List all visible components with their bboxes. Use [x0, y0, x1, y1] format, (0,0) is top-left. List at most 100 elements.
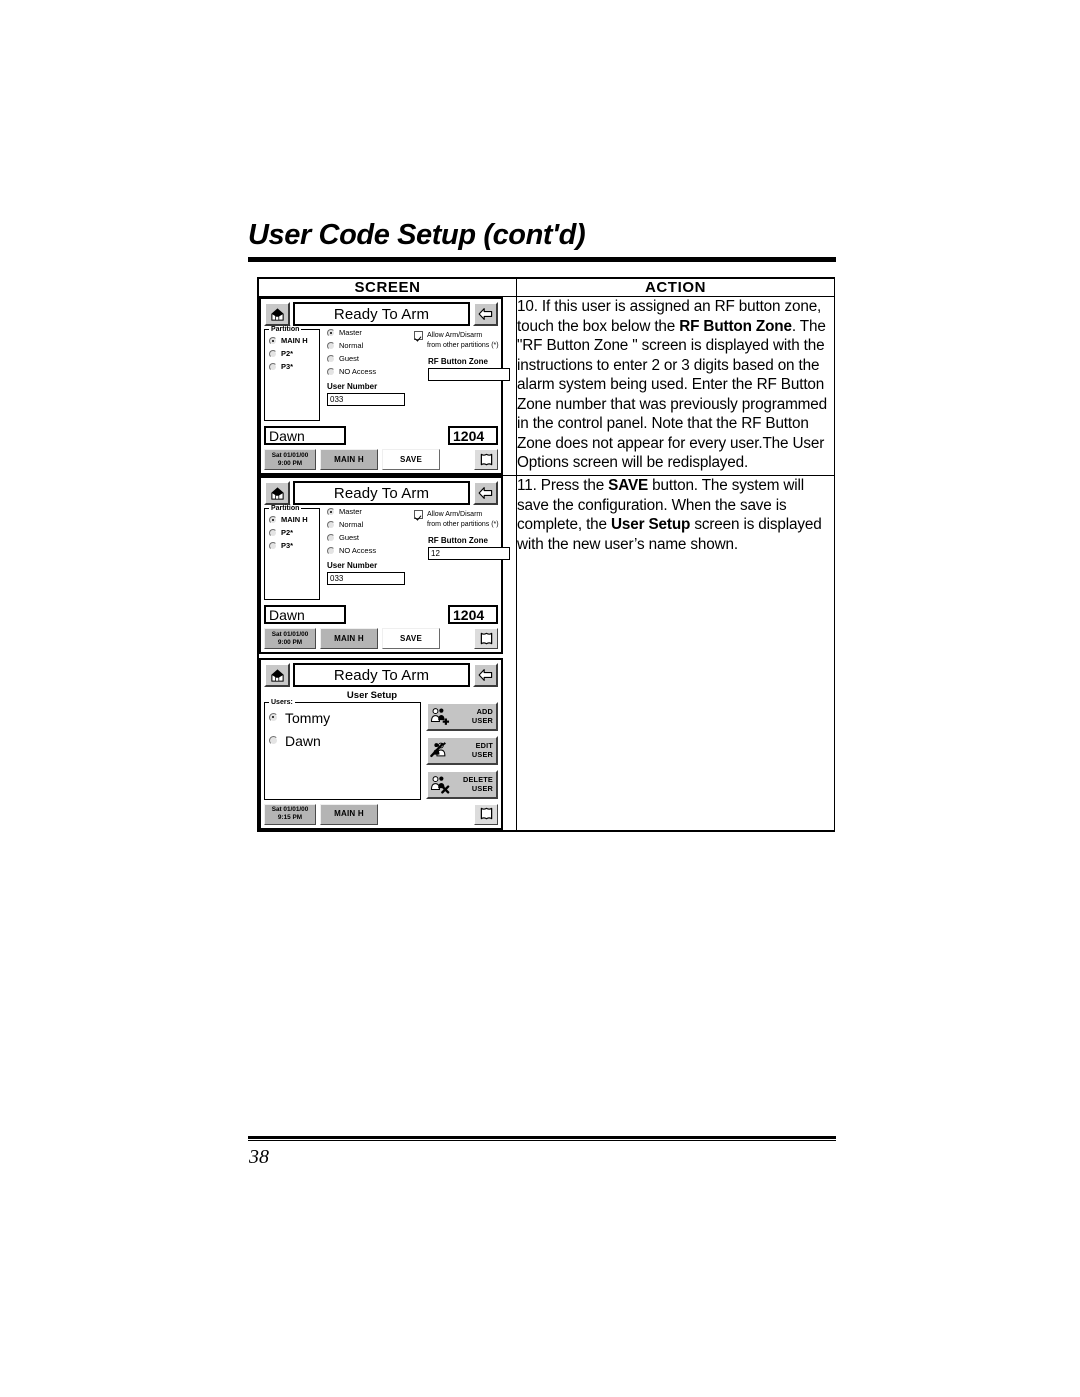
table-header-row: SCREEN ACTION	[258, 278, 835, 297]
bottom-bar-spacer	[444, 628, 470, 649]
add-user-button[interactable]: ADD USER	[426, 701, 498, 731]
back-button[interactable]	[473, 302, 498, 326]
partition-option-label: P3*	[281, 541, 294, 551]
radio-icon[interactable]	[327, 329, 335, 337]
panic-button[interactable]	[474, 449, 498, 470]
partition-option-p2[interactable]: P2*	[269, 350, 315, 358]
device-body: User Setup Users: Tommy Dawn ADD USER ED…	[264, 691, 498, 825]
back-button[interactable]	[473, 663, 498, 687]
back-button[interactable]	[473, 481, 498, 505]
partition-option-p2[interactable]: P2*	[269, 529, 315, 537]
action-text-step-10: 10. If this user is assigned an RF butto…	[517, 297, 834, 473]
radio-icon[interactable]	[327, 508, 335, 516]
user-code-field[interactable]: 1204	[448, 426, 498, 445]
radio-icon[interactable]	[327, 368, 335, 376]
save-button[interactable]: SAVE	[382, 628, 440, 649]
home-icon	[270, 486, 284, 500]
allow-arm-disarm-checkbox-row[interactable]: Allow Arm/Disarm from other partitions (…	[414, 510, 510, 530]
device-screen-user-options-2: Ready To Arm Partition MAIN H P2* P3* Ma…	[259, 476, 510, 654]
radio-icon[interactable]	[269, 337, 277, 345]
radio-icon[interactable]	[269, 363, 277, 371]
user-number-input[interactable]: 033	[327, 572, 405, 585]
device-bottom-bar: Sat 01/01/00 9:00 PM MAIN H SAVE	[264, 449, 498, 470]
device-screen-user-options-1: Ready To Arm Partition MAIN H P2* P3* Ma…	[259, 297, 510, 475]
authority-option-normal[interactable]: Normal	[327, 342, 407, 350]
status-display: Ready To Arm	[293, 481, 470, 505]
delete-user-line1: DELETE	[463, 774, 493, 784]
checkbox-icon[interactable]	[414, 331, 423, 340]
authority-option-no-access[interactable]: NO Access	[327, 547, 407, 555]
authority-option-normal[interactable]: Normal	[327, 521, 407, 529]
main-partition-button[interactable]: MAIN H	[320, 628, 378, 649]
radio-icon[interactable]	[269, 350, 277, 358]
rf-button-zone-input[interactable]	[428, 368, 510, 382]
device-title-bar: Ready To Arm	[264, 481, 498, 505]
allow-arm-disarm-checkbox-row[interactable]: Allow Arm/Disarm from other partitions (…	[414, 331, 510, 351]
main-partition-button[interactable]: MAIN H	[320, 449, 378, 470]
user-number-label: User Number	[327, 561, 378, 570]
home-button[interactable]	[264, 481, 290, 505]
partition-option-p3[interactable]: P3*	[269, 363, 315, 371]
authority-option-guest[interactable]: Guest	[327, 355, 407, 363]
radio-icon[interactable]	[269, 736, 278, 745]
partition-option-label: P3*	[281, 362, 294, 372]
back-arrow-icon	[478, 308, 493, 320]
device-bottom-bar: Sat 01/01/00 9:15 PM MAIN H	[264, 803, 498, 825]
home-button[interactable]	[264, 302, 290, 326]
authority-option-label: Master	[339, 507, 362, 517]
authority-option-master[interactable]: Master	[327, 508, 407, 516]
partition-option-main[interactable]: MAIN H	[269, 337, 315, 345]
authority-option-no-access[interactable]: NO Access	[327, 368, 407, 376]
rf-button-zone-input[interactable]: 12	[428, 547, 510, 561]
action-seg-bold: RF Button Zone	[679, 317, 792, 335]
delete-user-label: DELETE USER	[463, 775, 493, 794]
main-partition-button[interactable]: MAIN H	[320, 803, 378, 825]
authority-option-label: Normal	[339, 520, 364, 530]
user-number-input[interactable]: 033	[327, 393, 405, 406]
save-button[interactable]: SAVE	[382, 449, 440, 470]
edit-user-button[interactable]: EDIT USER	[426, 735, 498, 765]
authority-option-guest[interactable]: Guest	[327, 534, 407, 542]
user-list-name: Dawn	[285, 732, 321, 749]
radio-icon[interactable]	[269, 516, 277, 524]
radio-icon[interactable]	[327, 547, 335, 555]
device-body: Partition MAIN H P2* P3* Master Normal G…	[264, 505, 510, 649]
radio-icon[interactable]	[269, 542, 277, 550]
partition-option-main[interactable]: MAIN H	[269, 516, 315, 524]
home-icon	[270, 307, 284, 321]
user-code-field[interactable]: 1204	[448, 605, 498, 624]
list-item[interactable]: Dawn	[269, 734, 416, 748]
delete-user-line2: USER	[471, 784, 493, 793]
panic-shield-icon	[480, 632, 492, 644]
add-user-line2: USER	[471, 716, 493, 725]
authority-option-master[interactable]: Master	[327, 329, 407, 337]
radio-icon[interactable]	[269, 713, 278, 722]
radio-icon[interactable]	[327, 534, 335, 542]
user-name-field[interactable]: Dawn	[264, 605, 346, 624]
radio-icon[interactable]	[327, 521, 335, 529]
clock-display: Sat 01/01/00 9:00 PM	[264, 628, 316, 649]
clock-time: 9:15 PM	[277, 814, 303, 821]
clock-display: Sat 01/01/00 9:15 PM	[264, 803, 316, 825]
list-item[interactable]: Tommy	[269, 711, 416, 725]
allow-arm-disarm-line1: Allow Arm/Disarm	[427, 332, 483, 339]
user-name-field[interactable]: Dawn	[264, 426, 346, 445]
rf-button-zone-label: RF Button Zone	[428, 536, 488, 546]
device-title-bar: Ready To Arm	[264, 302, 498, 326]
checkbox-icon[interactable]	[414, 510, 423, 519]
home-button[interactable]	[264, 663, 290, 687]
panic-button[interactable]	[474, 628, 498, 649]
action-seg-bold: User Setup	[610, 516, 691, 533]
panic-button[interactable]	[474, 803, 498, 825]
partition-option-p3[interactable]: P3*	[269, 542, 315, 550]
action-seg: . The "RF Button Zone " screen is displa…	[517, 317, 827, 472]
users-legend: Users:	[269, 698, 295, 706]
screen-action-table: SCREEN ACTION Ready To Arm Partition MAI…	[257, 277, 835, 832]
radio-icon[interactable]	[269, 529, 277, 537]
action-seg-bold: SAVE	[608, 477, 649, 494]
add-user-label: ADD USER	[472, 707, 493, 726]
delete-user-button[interactable]: DELETE USER	[426, 769, 498, 799]
radio-icon[interactable]	[327, 355, 335, 363]
radio-icon[interactable]	[327, 342, 335, 350]
edit-user-icon	[430, 741, 446, 757]
